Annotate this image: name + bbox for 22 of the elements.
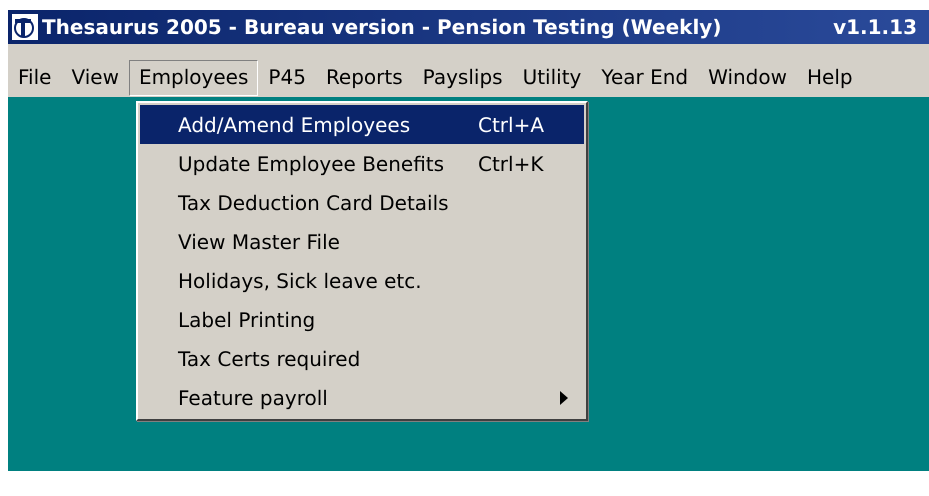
menu-item[interactable]: Help [796, 60, 863, 96]
menu-item[interactable]: P45 [258, 60, 316, 96]
menu-item[interactable]: File [8, 60, 62, 96]
dropdown-item[interactable]: Holidays, Sick leave etc. [140, 261, 584, 300]
dropdown-item[interactable]: Update Employee Benefits Ctrl+K [140, 144, 584, 183]
menu-item[interactable]: View [61, 60, 129, 96]
submenu-arrow-icon [560, 390, 568, 404]
dropdown-item[interactable]: Add/Amend Employees Ctrl+A [140, 105, 584, 144]
menu-item[interactable]: Window [698, 60, 797, 96]
logo-icon [12, 14, 38, 40]
dropdown-item[interactable]: View Master File [140, 222, 584, 261]
menu-item[interactable]: Utility [512, 60, 592, 96]
version-label: v1.1.13 [833, 15, 917, 39]
dropdown-item[interactable]: Label Printing [140, 300, 584, 339]
dropdown-item[interactable]: Tax Deduction Card Details [140, 183, 584, 222]
menu-item[interactable]: Year End [591, 60, 698, 96]
window-title: Thesaurus 2005 - Bureau version - Pension Testing (Weekly) [42, 15, 722, 39]
dropdown-item[interactable]: Feature payroll [140, 378, 584, 417]
menu-item[interactable]: Reports [316, 60, 413, 96]
menu-item[interactable]: Payslips [412, 60, 513, 96]
dropdown-item[interactable]: Tax Certs required [140, 339, 584, 378]
menu-item[interactable]: Employees [128, 60, 258, 96]
